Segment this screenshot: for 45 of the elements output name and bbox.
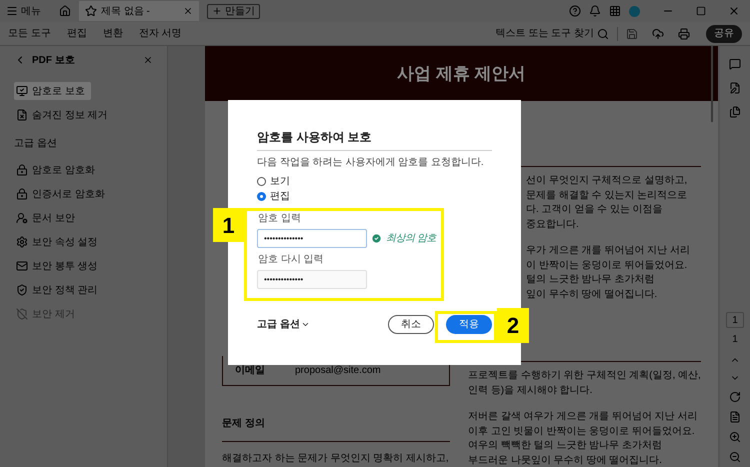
step-label: 1 <box>213 208 244 242</box>
section-label: 고급 옵션 <box>14 137 58 151</box>
section-heading: 문제 정의 <box>222 417 266 431</box>
share-button[interactable]: 공유 <box>706 24 742 42</box>
menu-item[interactable]: 변환 <box>102 26 123 41</box>
step-label: 2 <box>497 308 529 343</box>
advanced-options-button[interactable]: 고급 옵션 <box>257 318 310 330</box>
password-field[interactable]: •••••••••••••• <box>257 270 367 289</box>
document-tab[interactable]: 제목 없음 - <box>79 1 199 21</box>
password-field[interactable]: •••••••••••••• <box>257 229 367 248</box>
paragraph: 해결하고자 하는 문제가 무엇인지 명확히 제시하고, <box>222 452 450 466</box>
sidebar-item[interactable]: 암호로 보호 <box>14 82 91 100</box>
sidebar-item[interactable]: 인증서로 암호화 <box>14 185 107 203</box>
paragraph: 우가 게으른 개를 뛰어넘어 지난 서리 이 반짝이는 웅덩이로 뛰어들었어요. 털의 느긋한 밤나무 초가처럼 잎이 무수히 땅에 떨어집니다. <box>526 244 691 302</box>
menu-item[interactable]: 모든 도구 <box>8 26 51 41</box>
sidebar-item[interactable]: 보안 봉투 생성 <box>14 257 100 275</box>
paragraph: 선이 무엇인지 구체적으로 설명하고, 문제를 해결할 수 있는지 논리적으로 다. 고객이 얻을 수 있는 이점을 중요합니다. <box>526 174 688 232</box>
cancel-button[interactable]: 취소 <box>388 315 434 334</box>
sidebar-item[interactable]: 보안 속성 설정 <box>14 233 100 251</box>
table-cell-text: proposal@site.com <box>295 364 381 378</box>
menu-item[interactable]: 편집 <box>66 26 87 41</box>
apply-button[interactable]: 적용 <box>446 315 492 334</box>
field-label: 암호 다시 입력 <box>258 254 325 265</box>
panel-title: PDF 보호 <box>32 54 76 68</box>
menu-item[interactable]: 전자 서명 <box>138 26 182 41</box>
menu-button[interactable]: 메뉴 <box>6 4 41 18</box>
table-cell-text: 이메일 <box>235 364 265 378</box>
document-title: 사업 제휴 제안서 <box>397 62 526 85</box>
tab-label: 제목 없음 - <box>101 4 151 18</box>
create-button[interactable]: 만들기 <box>207 4 260 18</box>
field-label: 암호 입력 <box>258 213 302 224</box>
sidebar-item[interactable]: 숨겨진 정보 제거 <box>14 106 114 124</box>
password-strength: 최상의 암호 <box>386 233 436 244</box>
dialog-description: 다음 작업을 하려는 사용자에게 암호를 요청합니다. <box>257 157 485 169</box>
search-field[interactable]: 텍스트 또는 도구 찾기 <box>482 26 609 41</box>
paragraph: 프로젝트를 수행하기 위한 구체적인 계획(일정, 예산, 인력 등)을 제시해야 합니다. <box>468 369 701 398</box>
sidebar-item[interactable]: 암호로 암호화 <box>14 161 97 179</box>
sidebar-item[interactable]: 문서 보안 <box>14 209 77 227</box>
dialog-title: 암호를 사용하여 보호 <box>257 130 373 144</box>
page-count: 1 <box>732 333 738 347</box>
sidebar-item[interactable]: 보안 정책 관리 <box>14 281 100 299</box>
page-number-field[interactable]: 1 <box>726 312 744 328</box>
radio-option[interactable]: 보기 <box>257 175 290 188</box>
radio-option[interactable]: 편집 <box>257 190 290 203</box>
paragraph: 저버른 갈색 여우가 게으른 개를 뛰어넘어 지난 서리 이후 고인 빗물이 반짝이는 웅덩이로 뛰어들었어요. 여우의 빽빽한 털의 느긋한 밤나무 초가처럼 부드러운 나뭇잎이 무수히 땅에 떨어집니다. <box>468 410 698 467</box>
